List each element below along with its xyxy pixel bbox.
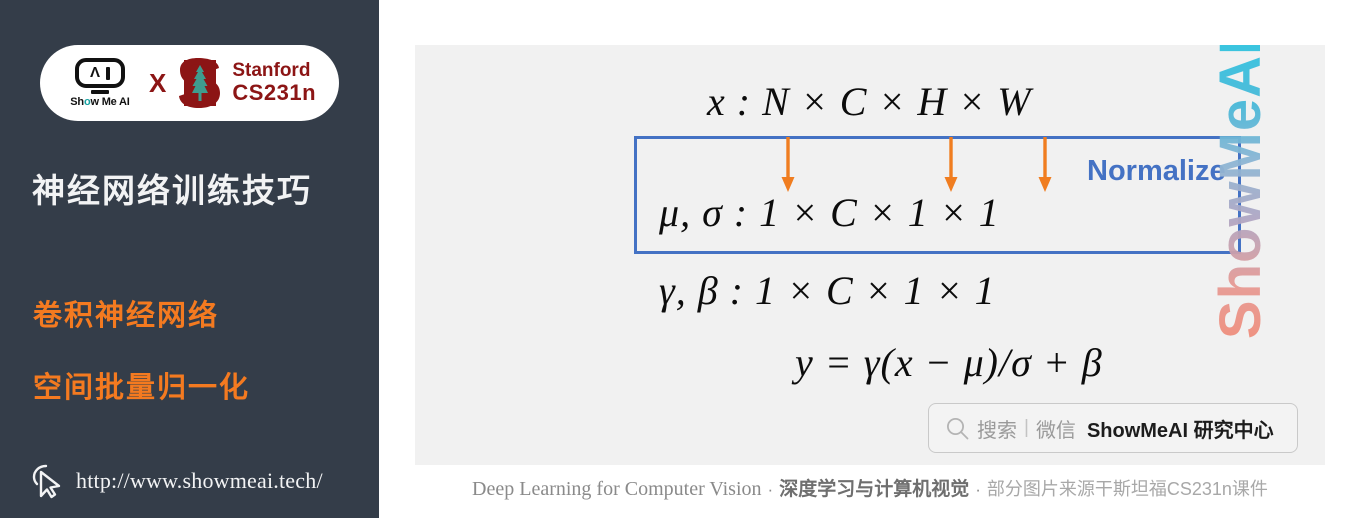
course-title: 神经网络训练技巧 xyxy=(32,172,312,209)
footer-chinese-bold: 深度学习与计算机视觉 xyxy=(779,479,970,500)
arrow-down-h-icon xyxy=(944,137,958,192)
stanford-course-label: Stanford CS231n xyxy=(232,60,316,106)
arrow-down-n-icon xyxy=(781,137,795,192)
robot-neck-icon xyxy=(90,90,109,94)
topic-title: 卷积神经网络 xyxy=(33,300,220,332)
formula-params-shape: γ, β : 1 × C × 1 × 1 xyxy=(659,268,996,313)
footer-caption: Deep Learning for Computer Vision · 深度学习与计… xyxy=(379,474,1361,501)
robot-eye-a-icon: Λ xyxy=(89,64,100,81)
footer-english: Deep Learning for Computer Vision xyxy=(472,478,762,500)
footer-chinese-light: 部分图片来源干斯坦福CS231n课件 xyxy=(986,479,1268,499)
showmeai-vertical-watermark: ShowMeAI xyxy=(1207,45,1274,339)
normalize-label: Normalize xyxy=(1087,155,1226,187)
stanford-label-line2: CS231n xyxy=(232,80,317,106)
showmeai-wordmark: Show Me AI xyxy=(70,96,130,108)
robot-eye-i-icon xyxy=(105,66,110,80)
slide-panel: x : N × C × H × W μ, σ : 1 × C × 1 × 1 N… xyxy=(415,45,1325,465)
wechat-brand-label: ShowMeAI 研究中心 xyxy=(1086,419,1274,442)
stanford-s-logo-icon xyxy=(178,56,222,110)
showmeai-logo: Λ Show Me AI xyxy=(63,58,137,108)
subtopic-title: 空间批量归一化 xyxy=(33,372,251,404)
search-icon xyxy=(947,417,969,439)
slide-root: Λ Show Me AI X Stanford CS231n 神经网络训练技巧 xyxy=(0,0,1361,518)
wechat-separator: | xyxy=(1024,417,1029,438)
stanford-label-line1: Stanford xyxy=(232,60,311,82)
cursor-pointer-icon xyxy=(32,464,61,499)
robot-head-icon: Λ xyxy=(74,58,125,88)
wechat-search-label: 搜索 xyxy=(977,419,1017,442)
logo-badge: Λ Show Me AI X Stanford CS231n xyxy=(40,45,339,121)
wechat-platform-label: 微信 xyxy=(1035,419,1076,442)
site-url-row[interactable]: http://www.showmeai.tech/ xyxy=(30,463,323,499)
cross-separator: X xyxy=(148,68,167,98)
formula-stats-shape: μ, σ : 1 × C × 1 × 1 xyxy=(659,190,1000,235)
main-content: x : N × C × H × W μ, σ : 1 × C × 1 × 1 N… xyxy=(379,0,1361,518)
footer-dot-1: · xyxy=(767,480,774,499)
arrow-down-w-icon xyxy=(1038,137,1052,192)
formula-input-shape: x : N × C × H × W xyxy=(707,79,1032,124)
wechat-search-watermark: 搜索 | 微信 ShowMeAI 研究中心 xyxy=(928,403,1298,453)
site-url-text[interactable]: http://www.showmeai.tech/ xyxy=(76,468,323,494)
formula-output: y = γ(x − μ)/σ + β xyxy=(795,340,1103,385)
sidebar: Λ Show Me AI X Stanford CS231n 神经网络训练技巧 xyxy=(0,0,379,518)
footer-dot-2: · xyxy=(975,480,981,499)
